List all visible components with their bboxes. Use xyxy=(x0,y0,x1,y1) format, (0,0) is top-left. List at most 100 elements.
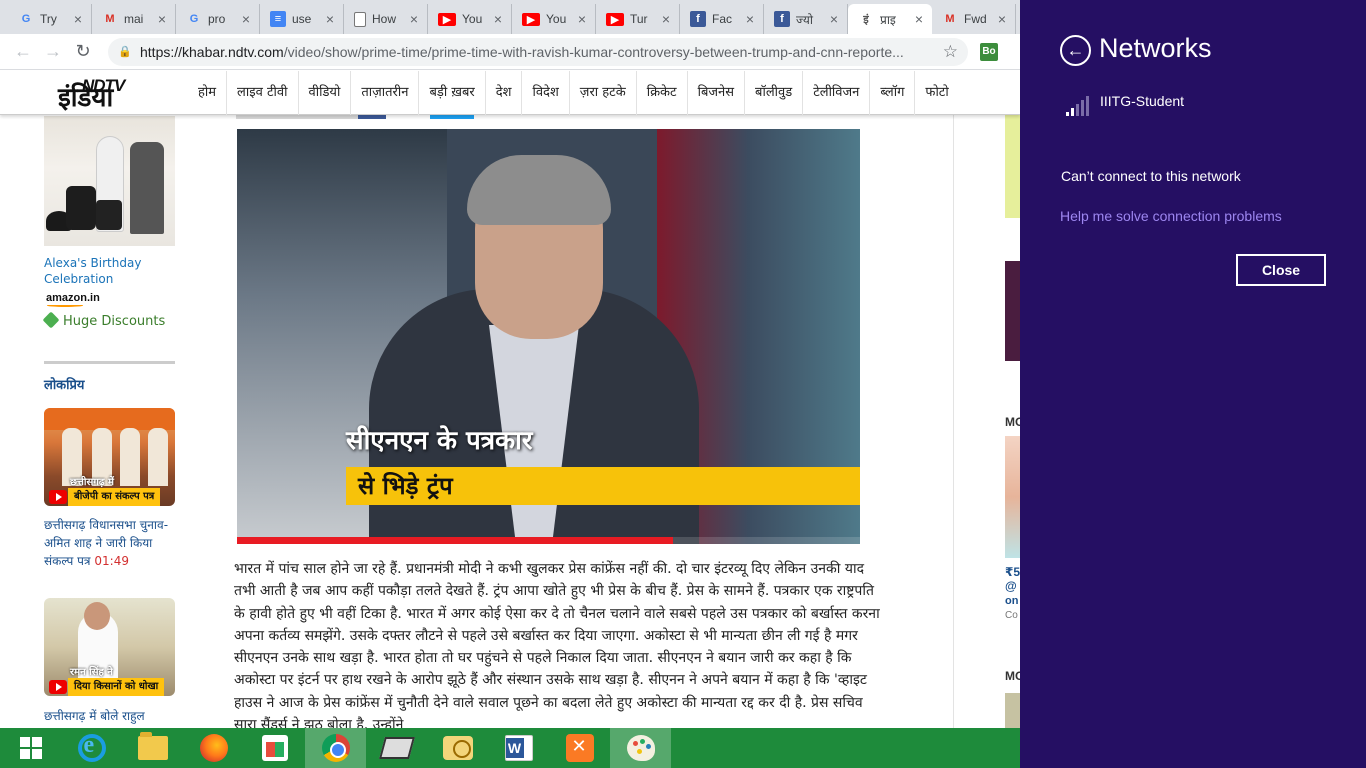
close-tab-icon[interactable]: × xyxy=(912,12,926,26)
internet-explorer-icon[interactable] xyxy=(61,728,122,768)
video-caption-bar: से भिड़े ट्रंप xyxy=(346,467,860,505)
close-tab-icon[interactable]: × xyxy=(71,12,85,26)
video-progress-fill xyxy=(237,537,674,544)
close-tab-icon[interactable]: × xyxy=(827,12,841,26)
youtube-icon: ▶ xyxy=(606,12,624,26)
nav-link[interactable]: वीडियो xyxy=(297,71,351,115)
echo-device xyxy=(130,142,164,234)
tab-title: pro xyxy=(208,12,226,26)
popular-headline-1[interactable]: छत्तीसगढ़ विधानसभा चुनाव- अमित शाह ने जा… xyxy=(44,516,176,570)
nav-link[interactable]: बिजनेस xyxy=(686,71,744,115)
nav-link[interactable]: ताज़ातरीन xyxy=(350,71,418,115)
nav-link[interactable]: लाइव टीवी xyxy=(226,71,297,115)
nav-link[interactable]: फोटो xyxy=(914,71,958,115)
right-product-price[interactable]: ₹5 @ on Co xyxy=(1005,565,1020,621)
close-tab-icon[interactable]: × xyxy=(239,12,253,26)
xampp-icon[interactable] xyxy=(549,728,610,768)
browser-tab[interactable]: f Fac × xyxy=(680,4,764,34)
tab-title: Tur xyxy=(630,12,648,26)
browser-tab[interactable]: ≡ use × xyxy=(260,4,344,34)
browser-tab[interactable]: f ज्यो × xyxy=(764,4,848,34)
nav-link[interactable]: बॉलीवुड xyxy=(744,71,802,115)
extension-icon[interactable]: Bo xyxy=(980,42,998,61)
right-image[interactable] xyxy=(1005,693,1020,728)
amazon-logo[interactable]: amazon.in xyxy=(46,292,100,307)
right-ad-strip-dark[interactable] xyxy=(1005,261,1020,361)
video-player[interactable]: सीएनएन के पत्रकार से भिड़े ट्रंप xyxy=(237,129,860,544)
browser-tab[interactable]: M Fwd × xyxy=(932,4,1016,34)
start-button[interactable] xyxy=(0,728,61,768)
ad-title[interactable]: Alexa's Birthday Celebration xyxy=(44,255,174,287)
firefox-icon[interactable] xyxy=(183,728,244,768)
mail-app-icon[interactable] xyxy=(427,728,488,768)
close-tab-icon[interactable]: × xyxy=(659,12,673,26)
thumbnail-face xyxy=(84,602,110,630)
nav-link[interactable]: विदेश xyxy=(521,71,568,115)
network-ssid[interactable]: IIITG-Student xyxy=(1100,93,1184,109)
presenter-hair xyxy=(467,155,611,225)
close-tab-icon[interactable]: × xyxy=(155,12,169,26)
networks-title: Networks xyxy=(1099,33,1212,63)
close-tab-icon[interactable]: × xyxy=(491,12,505,26)
scanner-icon[interactable] xyxy=(366,728,427,768)
chrome-icon[interactable] xyxy=(305,728,366,768)
nav-link[interactable]: होम xyxy=(188,71,226,115)
forward-arrow-icon[interactable]: → xyxy=(38,37,68,67)
popular-video-thumbnail-2[interactable]: रमन सिंह ने दिया किसानों को धोखा xyxy=(44,598,175,696)
nav-link[interactable]: ज़रा हटके xyxy=(568,71,636,115)
windows-store-icon[interactable] xyxy=(244,728,305,768)
right-ad-strip[interactable] xyxy=(1005,115,1020,218)
back-arrow-icon[interactable]: ← xyxy=(8,37,38,67)
column-divider xyxy=(953,115,954,728)
tab-title: ज्यो xyxy=(796,12,813,27)
back-arrow-icon[interactable]: ← xyxy=(1060,35,1091,66)
browser-tab[interactable]: How × xyxy=(344,4,428,34)
tab-title: How xyxy=(372,12,397,26)
browser-tab[interactable]: Mmai × xyxy=(92,4,176,34)
price-tag-icon xyxy=(42,311,60,329)
close-tab-icon[interactable]: × xyxy=(995,12,1009,26)
tab-title: use xyxy=(292,12,312,26)
paint-icon[interactable] xyxy=(610,728,671,768)
gmail-icon: M xyxy=(105,13,115,25)
close-tab-icon[interactable]: × xyxy=(323,12,337,26)
tab-title: प्राइ xyxy=(880,12,896,27)
site-navigation: NDTV इंडिया होम लाइव टीवी वीडियो ताज़ातरीन ब… xyxy=(0,71,1020,115)
close-button[interactable]: Close xyxy=(1236,254,1326,286)
windows-taskbar xyxy=(0,728,1020,768)
ad-offer[interactable]: Huge Discounts xyxy=(42,311,165,329)
troubleshoot-link[interactable]: Help me solve connection problems xyxy=(1060,208,1282,224)
browser-tab[interactable]: G Try × xyxy=(8,4,92,34)
popular-headline-2[interactable]: छत्तीसगढ़ में बोले राहुल xyxy=(44,707,176,725)
close-tab-icon[interactable]: × xyxy=(743,12,757,26)
close-tab-icon[interactable]: × xyxy=(407,12,421,26)
echo-spot-device xyxy=(66,186,96,230)
url-text[interactable]: https://khabar.ndtv.com/video/show/prime… xyxy=(140,44,935,60)
nav-link[interactable]: ब्लॉग xyxy=(869,71,914,115)
ad-image[interactable] xyxy=(44,116,175,246)
twitter-share-strip[interactable] xyxy=(430,115,474,119)
bookmark-star-icon[interactable]: ☆ xyxy=(943,42,958,62)
browser-tab[interactable]: इं प्राइ × xyxy=(848,4,932,34)
browser-tab[interactable]: ▶ You × xyxy=(428,4,512,34)
browser-tab[interactable]: Gpro × xyxy=(176,4,260,34)
address-bar[interactable]: 🔒 https://khabar.ndtv.com/video/show/pri… xyxy=(108,37,968,66)
lock-icon[interactable]: 🔒 xyxy=(118,45,132,58)
browser-tab[interactable]: ▶ You × xyxy=(512,4,596,34)
close-tab-icon[interactable]: × xyxy=(575,12,589,26)
nav-link[interactable]: देश xyxy=(484,71,522,115)
ndtv-india-logo[interactable]: NDTV इंडिया xyxy=(58,76,150,111)
file-explorer-icon[interactable] xyxy=(122,728,183,768)
facebook-share-strip[interactable] xyxy=(358,115,386,119)
nav-link[interactable]: टेलीविजन xyxy=(802,71,869,115)
nav-link[interactable]: बड़ी ख़बर xyxy=(418,71,484,115)
nav-link[interactable]: क्रिकेट xyxy=(635,71,687,115)
youtube-icon: ▶ xyxy=(522,12,540,26)
word-icon[interactable] xyxy=(488,728,549,768)
tab-title: mai xyxy=(124,12,144,26)
browser-tab[interactable]: ▶ Tur × xyxy=(596,4,680,34)
right-product-image[interactable] xyxy=(1005,436,1020,558)
popular-video-thumbnail-1[interactable]: छत्तीसगढ़ में बीजेपी का संकल्प पत्र xyxy=(44,408,175,506)
google-docs-icon: ≡ xyxy=(270,11,286,27)
reload-icon[interactable]: ↻ xyxy=(68,37,98,67)
